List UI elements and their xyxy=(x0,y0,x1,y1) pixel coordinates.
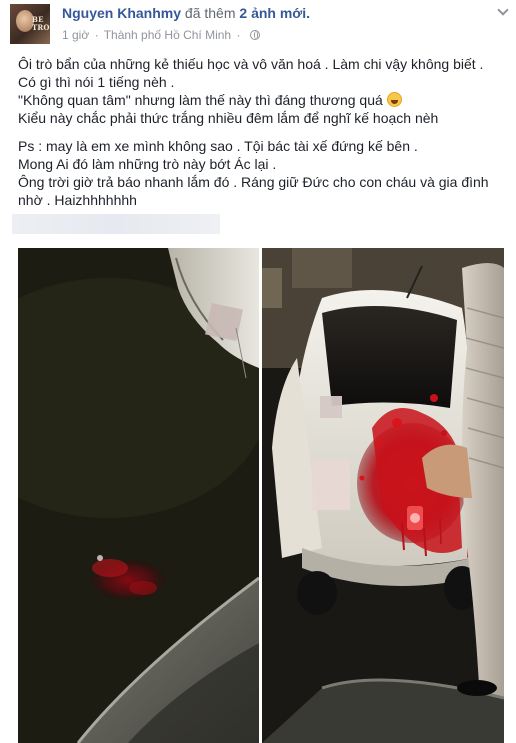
post-line-7: Ông trời giờ trả báo nhanh lắm đó . Ráng… xyxy=(18,174,493,208)
post-line-1: Ôi trò bẩn của những kẻ thiếu học và vô … xyxy=(18,56,484,72)
photo-2-illustration xyxy=(262,248,504,743)
post-location[interactable]: Thành phố Hồ Chí Minh xyxy=(104,28,231,42)
post-photo-1[interactable] xyxy=(18,248,259,743)
post-line-3: "Không quan tâm" nhưng làm thế này thì đ… xyxy=(18,91,508,109)
blurred-hashtag-bar xyxy=(12,214,220,234)
avatar[interactable]: BE TRONG xyxy=(10,4,50,44)
globe-icon[interactable] xyxy=(249,30,260,40)
post-line-3-text: "Không quan tâm" nhưng làm thế này thì đ… xyxy=(18,92,383,108)
meta-separator-2: · xyxy=(236,28,241,42)
post-photo-2[interactable] xyxy=(262,248,504,743)
post-action: đã thêm xyxy=(184,5,236,21)
photo-1-illustration xyxy=(18,248,259,743)
post-meta: 1 giờ · Thành phố Hồ Chí Minh · xyxy=(62,28,260,42)
laughing-emoji-icon xyxy=(386,92,402,107)
author-line: Nguyen Khanhmy đã thêm 2 ảnh mới. xyxy=(62,5,310,21)
post-line-4: Kiểu này chắc phải thức trắng nhiều đêm … xyxy=(18,110,439,126)
photos-link[interactable]: 2 ảnh mới. xyxy=(239,5,310,21)
avatar-text: BE TRONG xyxy=(32,15,50,32)
post-line-6: Mong Ai đó làm những trò này bớt Ác lại … xyxy=(18,156,277,172)
author-name[interactable]: Nguyen Khanhmy xyxy=(62,5,181,21)
post-body: Ôi trò bẩn của những kẻ thiếu học và vô … xyxy=(18,55,508,209)
post-time[interactable]: 1 giờ xyxy=(62,28,89,42)
chevron-down-icon[interactable] xyxy=(496,6,510,16)
post-line-5: Ps : may là em xe mình không sao . Tội b… xyxy=(18,138,418,154)
meta-separator: · xyxy=(94,28,99,42)
post-header: BE TRONG Nguyen Khanhmy đã thêm 2 ảnh mớ… xyxy=(10,4,510,44)
post-line-2: Có gì thì nói 1 tiếng nèh . xyxy=(18,74,175,90)
facebook-post: BE TRONG Nguyen Khanhmy đã thêm 2 ảnh mớ… xyxy=(0,0,516,743)
